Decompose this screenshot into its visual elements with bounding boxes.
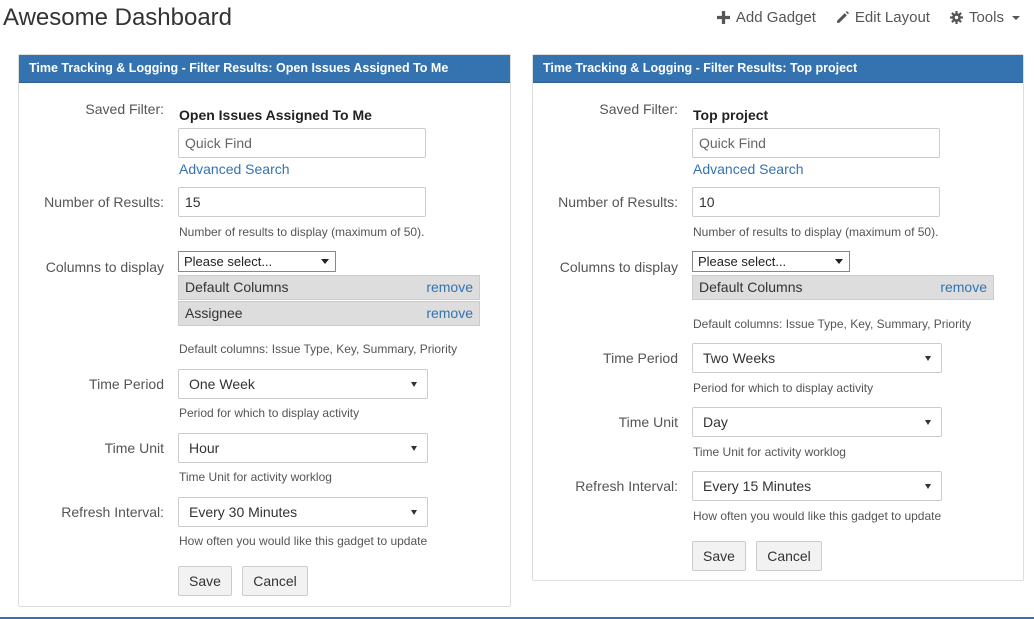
saved-filter-value: Top project [693, 107, 769, 123]
add-gadget-label: Add Gadget [735, 9, 816, 26]
tools-label: Tools [968, 9, 1004, 26]
number-of-results-help: Number of results to display (maximum of… [179, 225, 425, 239]
refresh-interval-select[interactable]: Every 30 Minutes [178, 497, 428, 527]
time-unit-value: Hour [189, 440, 220, 456]
cancel-button[interactable]: Cancel [756, 541, 822, 571]
column-row-assignee: Assignee remove [178, 301, 480, 326]
columns-help: Default columns: Issue Type, Key, Summar… [179, 342, 458, 356]
gadget-top-project: Time Tracking & Logging - Filter Results… [532, 54, 1024, 581]
saved-filter-label: Saved Filter: [85, 101, 164, 117]
columns-label: Columns to display [45, 259, 164, 275]
time-unit-select[interactable]: Hour [178, 433, 428, 463]
plus-icon [716, 11, 730, 24]
time-unit-help: Time Unit for activity worklog [693, 445, 846, 459]
time-period-value: One Week [189, 376, 255, 392]
advanced-search-link[interactable]: Advanced Search [179, 161, 290, 177]
gear-icon [949, 11, 963, 24]
time-period-select[interactable]: One Week [178, 369, 428, 399]
quick-find-input[interactable] [178, 128, 426, 158]
columns-select[interactable]: Please select... [692, 251, 850, 272]
refresh-interval-select[interactable]: Every 15 Minutes [692, 471, 942, 501]
columns-select[interactable]: Please select... [178, 251, 336, 272]
column-name: Default Columns [185, 279, 289, 295]
time-period-select[interactable]: Two Weeks [692, 343, 942, 373]
number-of-results-label: Number of Results: [44, 194, 164, 210]
dashboard-title: Awesome Dashboard [3, 4, 233, 31]
gadget-header: Time Tracking & Logging - Filter Results… [19, 55, 510, 83]
time-unit-label: Time Unit [104, 440, 164, 456]
number-of-results-help: Number of results to display (maximum of… [693, 225, 939, 239]
time-unit-help: Time Unit for activity worklog [179, 470, 332, 484]
remove-column-link[interactable]: remove [426, 276, 473, 299]
time-unit-select[interactable]: Day [692, 407, 942, 437]
tools-dropdown[interactable]: Tools [949, 9, 1020, 26]
refresh-interval-help: How often you would like this gadget to … [693, 509, 942, 523]
time-unit-label: Time Unit [618, 414, 678, 430]
saved-filter-label: Saved Filter: [599, 101, 678, 117]
dropdown-arrow-icon [925, 484, 931, 489]
dropdown-arrow-icon [925, 420, 931, 425]
column-name: Default Columns [699, 279, 803, 295]
advanced-search-link[interactable]: Advanced Search [693, 161, 804, 177]
time-period-label: Time Period [89, 376, 164, 392]
refresh-interval-label: Refresh Interval: [575, 478, 678, 494]
number-of-results-label: Number of Results: [558, 194, 678, 210]
quick-find-input[interactable] [692, 128, 940, 158]
gadget-header: Time Tracking & Logging - Filter Results… [533, 55, 1023, 83]
refresh-interval-help: How often you would like this gadget to … [179, 534, 428, 548]
number-of-results-input[interactable]: 15 [178, 187, 426, 217]
dropdown-arrow-icon [321, 259, 329, 264]
save-button[interactable]: Save [178, 566, 232, 596]
columns-label: Columns to display [559, 259, 678, 275]
time-period-label: Time Period [603, 350, 678, 366]
refresh-interval-label: Refresh Interval: [61, 504, 164, 520]
column-row-default: Default Columns remove [178, 275, 480, 300]
add-gadget-button[interactable]: Add Gadget [716, 9, 816, 26]
time-period-help: Period for which to display activity [179, 406, 360, 420]
dropdown-arrow-icon [411, 382, 417, 387]
columns-select-value: Please select... [698, 254, 787, 269]
refresh-interval-value: Every 15 Minutes [703, 478, 812, 494]
dropdown-arrow-icon [411, 510, 417, 515]
dropdown-arrow-icon [925, 356, 931, 361]
time-period-value: Two Weeks [703, 350, 776, 366]
columns-help: Default columns: Issue Type, Key, Summar… [693, 317, 972, 331]
columns-select-value: Please select... [184, 254, 273, 269]
cancel-button[interactable]: Cancel [242, 566, 308, 596]
dashboard-toolbar: Add Gadget Edit Layout Tools [716, 9, 1020, 26]
refresh-interval-value: Every 30 Minutes [189, 504, 298, 520]
edit-layout-button[interactable]: Edit Layout [836, 9, 930, 26]
remove-column-link[interactable]: remove [426, 302, 473, 325]
save-button[interactable]: Save [692, 541, 746, 571]
remove-column-link[interactable]: remove [940, 276, 987, 299]
number-of-results-input[interactable]: 10 [692, 187, 940, 217]
time-unit-value: Day [703, 414, 728, 430]
saved-filter-value: Open Issues Assigned To Me [179, 107, 372, 123]
gadget-open-issues: Time Tracking & Logging - Filter Results… [18, 54, 511, 607]
column-name: Assignee [185, 305, 243, 321]
time-period-help: Period for which to display activity [693, 381, 874, 395]
chevron-down-icon [1012, 15, 1020, 20]
edit-layout-label: Edit Layout [854, 9, 930, 26]
pencil-icon [836, 11, 849, 23]
column-row-default: Default Columns remove [692, 275, 994, 300]
dropdown-arrow-icon [411, 446, 417, 451]
dropdown-arrow-icon [835, 259, 843, 264]
